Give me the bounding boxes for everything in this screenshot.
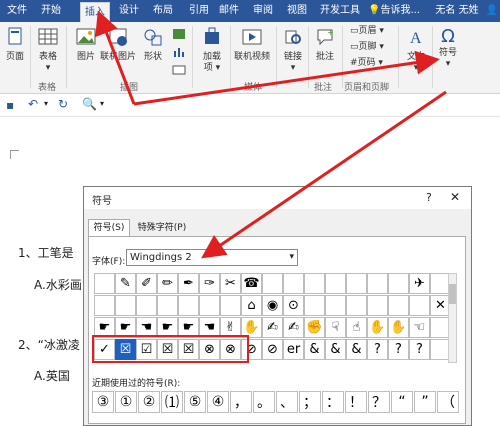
arrow-to-symbol-button <box>133 50 440 106</box>
annotation-arrows <box>95 10 447 259</box>
arrow-to-font-select <box>201 90 447 259</box>
arrow-to-insert-tab <box>95 10 136 105</box>
